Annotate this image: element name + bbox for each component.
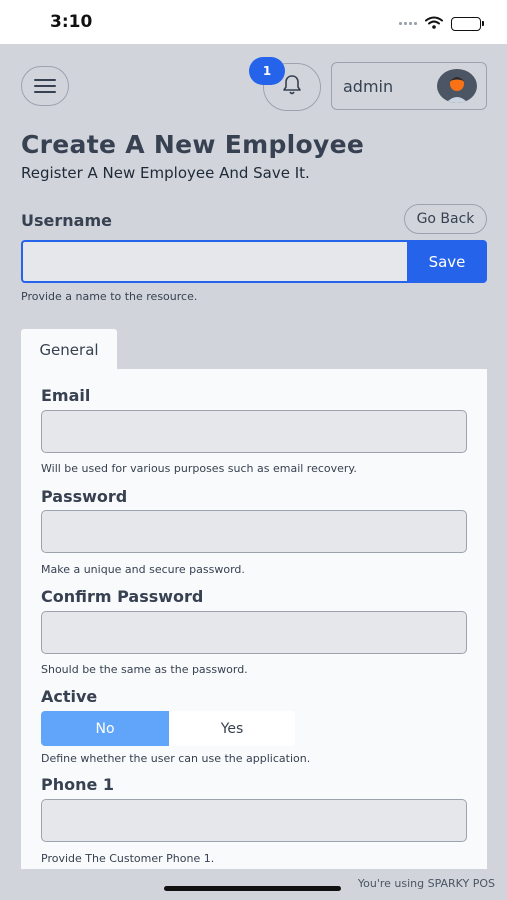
email-hint: Will be used for various purposes such a…: [41, 462, 357, 475]
confirm-password-label: Confirm Password: [41, 587, 204, 606]
password-label: Password: [41, 487, 128, 506]
active-label: Active: [41, 687, 98, 706]
phone1-hint: Provide The Customer Phone 1.: [41, 852, 215, 865]
user-name: admin: [343, 76, 394, 96]
signal-icon: [399, 22, 417, 25]
active-option-no[interactable]: No: [41, 711, 169, 746]
username-input[interactable]: [21, 240, 408, 283]
bell-icon: [282, 74, 302, 100]
active-hint: Define whether the user can use the appl…: [41, 752, 311, 765]
email-label: Email: [41, 386, 91, 405]
save-button[interactable]: Save: [407, 240, 487, 283]
home-indicator: [164, 886, 341, 891]
battery-icon: [451, 16, 484, 31]
page-title: Create A New Employee: [21, 130, 365, 159]
password-hint: Make a unique and secure password.: [41, 563, 245, 576]
user-menu[interactable]: admin: [331, 62, 487, 110]
menu-button[interactable]: [21, 66, 69, 106]
status-time: 3:10: [50, 12, 93, 32]
confirm-password-hint: Should be the same as the password.: [41, 663, 248, 676]
username-hint: Provide a name to the resource.: [21, 290, 198, 303]
username-label: Username: [21, 211, 112, 230]
phone1-label: Phone 1: [41, 775, 115, 794]
menu-icon: [34, 79, 56, 93]
go-back-button[interactable]: Go Back: [404, 204, 487, 234]
wifi-icon: [425, 14, 443, 33]
password-field[interactable]: [41, 510, 467, 553]
notification-badge: 1: [249, 57, 285, 85]
avatar-icon: [437, 69, 477, 103]
active-option-yes[interactable]: Yes: [169, 711, 295, 746]
status-icons: [399, 14, 484, 33]
email-field[interactable]: [41, 410, 467, 453]
phone1-field[interactable]: [41, 799, 467, 842]
active-toggle: No Yes: [41, 711, 295, 746]
page-subtitle: Register A New Employee And Save It.: [21, 164, 310, 182]
confirm-password-field[interactable]: [41, 611, 467, 654]
footer-note: You're using SPARKY POS: [357, 877, 495, 890]
status-bar: 3:10: [0, 0, 507, 44]
tab-general[interactable]: General: [21, 329, 117, 370]
